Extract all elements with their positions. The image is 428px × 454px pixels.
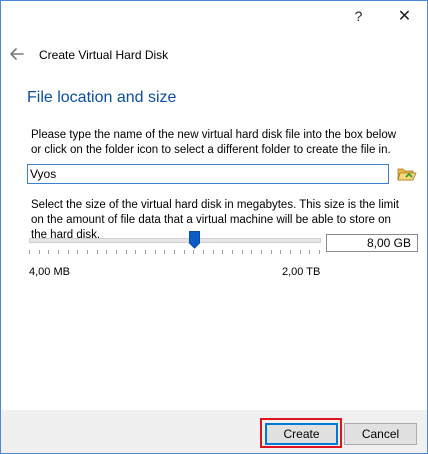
slider-tick bbox=[97, 250, 98, 254]
slider-tick bbox=[106, 250, 107, 254]
slider-tick bbox=[68, 250, 69, 254]
help-icon: ? bbox=[354, 8, 363, 24]
dialog-footer: Create Cancel bbox=[1, 410, 427, 453]
slider-tick bbox=[309, 250, 310, 254]
slider-tick bbox=[242, 250, 243, 254]
slider-tick bbox=[116, 250, 117, 254]
slider-tick bbox=[300, 250, 301, 254]
slider-tick bbox=[232, 250, 233, 254]
folder-open-icon bbox=[397, 168, 417, 181]
size-slider[interactable] bbox=[29, 229, 321, 257]
slider-tick bbox=[77, 250, 78, 254]
slider-tick bbox=[126, 250, 127, 254]
create-button[interactable]: Create bbox=[265, 423, 338, 445]
size-input[interactable] bbox=[326, 234, 418, 252]
title-bar: ? ✕ bbox=[1, 1, 427, 31]
slider-tick bbox=[155, 250, 156, 254]
slider-tick bbox=[29, 250, 30, 254]
slider-tick bbox=[39, 250, 40, 254]
slider-tick bbox=[87, 250, 88, 254]
file-name-input[interactable] bbox=[27, 164, 389, 184]
slider-tick bbox=[58, 250, 59, 254]
slider-tick bbox=[271, 250, 272, 254]
slider-handle[interactable] bbox=[189, 231, 200, 249]
wizard-header: Create Virtual Hard Disk bbox=[1, 39, 427, 69]
slider-tick bbox=[193, 250, 194, 254]
slider-tick bbox=[280, 250, 281, 254]
size-min-label: 4,00 MB bbox=[29, 266, 70, 278]
location-description: Please type the name of the new virtual … bbox=[31, 129, 397, 156]
slider-tick bbox=[145, 250, 146, 254]
back-arrow-icon bbox=[10, 48, 24, 60]
slider-tick bbox=[184, 250, 185, 254]
close-icon: ✕ bbox=[397, 8, 412, 25]
slider-tick bbox=[251, 250, 252, 254]
slider-tick bbox=[222, 250, 223, 254]
size-max-label: 2,00 TB bbox=[282, 266, 321, 278]
slider-tick bbox=[135, 250, 136, 254]
slider-tick bbox=[213, 250, 214, 254]
slider-track[interactable] bbox=[29, 238, 321, 243]
slider-tick bbox=[48, 250, 49, 254]
help-button[interactable]: ? bbox=[336, 1, 381, 31]
cancel-button[interactable]: Cancel bbox=[344, 423, 417, 445]
slider-tick bbox=[203, 250, 204, 254]
slider-tick bbox=[261, 250, 262, 254]
back-button[interactable] bbox=[7, 44, 27, 64]
create-virtual-hard-disk-dialog: ? ✕ Create Virtual Hard Disk File locati… bbox=[0, 0, 428, 454]
close-button[interactable]: ✕ bbox=[382, 1, 427, 31]
slider-tick bbox=[164, 250, 165, 254]
select-folder-button[interactable] bbox=[397, 165, 417, 183]
slider-tick bbox=[174, 250, 175, 254]
slider-tick bbox=[290, 250, 291, 254]
wizard-title: Create Virtual Hard Disk bbox=[39, 48, 169, 62]
slider-tick bbox=[319, 250, 320, 254]
section-heading: File location and size bbox=[27, 89, 177, 106]
